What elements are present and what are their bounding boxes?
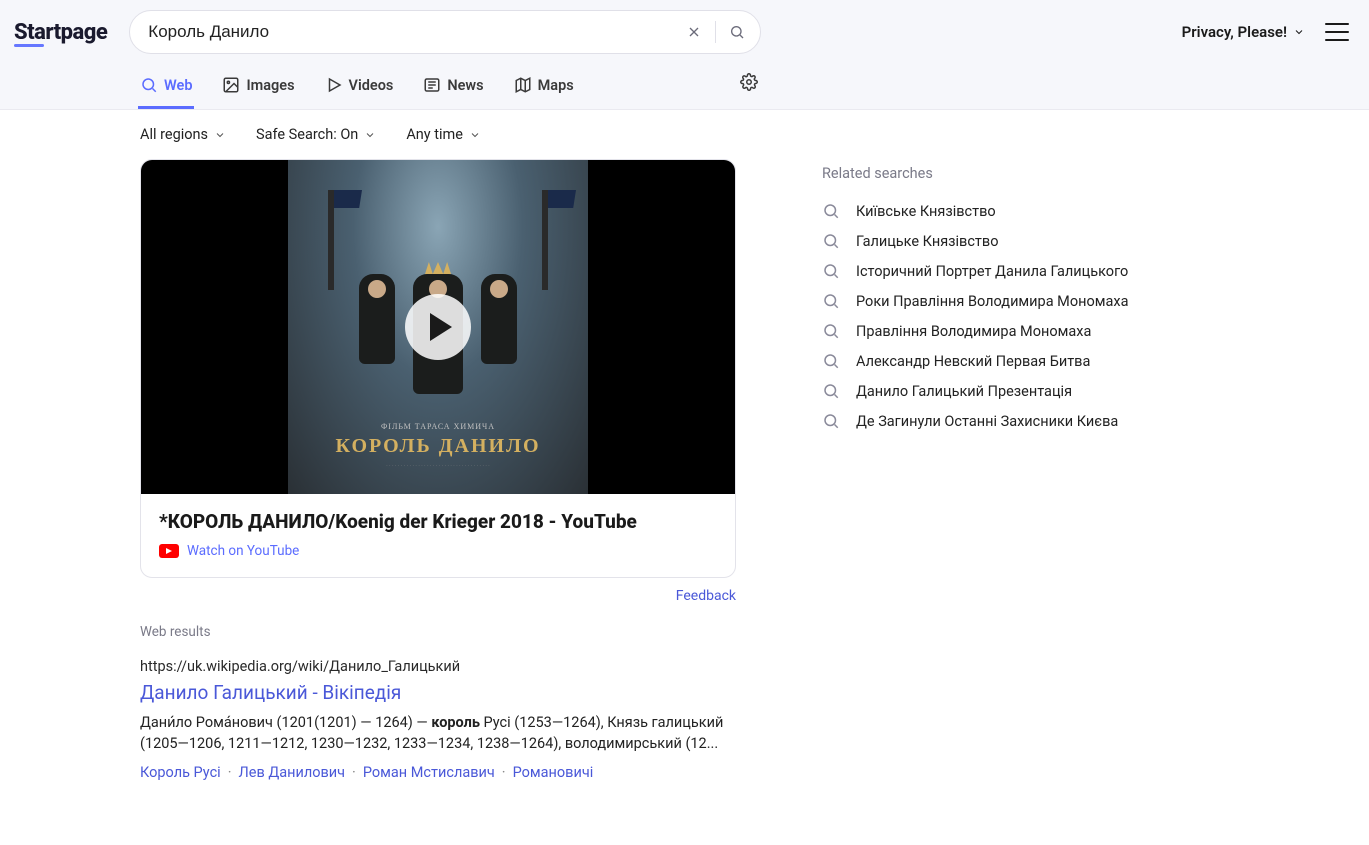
related-item-label: Правління Володимира Мономаха (856, 323, 1091, 340)
chevron-down-icon (1293, 26, 1305, 38)
related-item-label: Александр Невский Первая Битва (856, 353, 1090, 370)
filter-region[interactable]: All regions (140, 126, 226, 143)
filter-safesearch[interactable]: Safe Search: On (256, 126, 376, 143)
play-icon (325, 76, 343, 94)
tab-videos-label: Videos (349, 77, 394, 94)
tab-maps-label: Maps (538, 77, 574, 94)
result-url[interactable]: https://uk.wikipedia.org/wiki/Данило_Гал… (140, 658, 736, 675)
feedback-link[interactable]: Feedback (140, 588, 736, 604)
related-item[interactable]: Київське Князівство (822, 196, 1182, 226)
result-sublink[interactable]: Король Русі (140, 764, 221, 781)
topbar-right: Privacy, Please! (1182, 23, 1349, 41)
related-item[interactable]: Данило Галицький Презентація (822, 376, 1182, 406)
filter-safesearch-label: Safe Search: On (256, 126, 358, 143)
result-snippet: Дани́ло Рома́нович (1201(1201) — 1264) —… (140, 712, 736, 754)
related-item-label: Роки Правління Володимира Мономаха (856, 293, 1128, 310)
video-card: ФІЛЬМ ТАРАСА ХИМИЧА КОРОЛЬ ДАНИЛО · · · … (140, 159, 736, 578)
topbar: Startpage Privacy, Please! (0, 0, 1369, 110)
related-item[interactable]: Галицьке Князівство (822, 226, 1182, 256)
related-item-label: Де Загинули Останні Захисники Києва (856, 413, 1118, 430)
logo[interactable]: Startpage (14, 20, 107, 45)
video-meta: *КОРОЛЬ ДАНИЛО/Koenig der Krieger 2018 -… (141, 494, 735, 577)
news-icon (423, 76, 441, 94)
tab-news-label: News (447, 77, 483, 94)
privacy-menu[interactable]: Privacy, Please! (1182, 23, 1305, 41)
chevron-down-icon (469, 129, 481, 141)
menu-button[interactable] (1325, 23, 1349, 41)
related-item-label: Київське Князівство (856, 203, 996, 220)
related-item[interactable]: Історичний Портрет Данила Галицького (822, 256, 1182, 286)
search-icon (140, 76, 158, 94)
content: ФІЛЬМ ТАРАСА ХИМИЧА КОРОЛЬ ДАНИЛО · · · … (0, 159, 1369, 845)
filter-time-label: Any time (406, 126, 463, 143)
map-icon (514, 76, 532, 94)
youtube-icon (159, 544, 179, 558)
result-sublinks: Король Русі·Лев Данилович·Роман Мстислав… (140, 764, 736, 781)
search-divider (715, 21, 716, 43)
watch-on-youtube-link[interactable]: Watch on YouTube (159, 543, 717, 559)
search-box (129, 10, 761, 54)
result-sublink[interactable]: Лев Данилович (238, 764, 345, 781)
play-button[interactable] (405, 294, 471, 360)
image-icon (222, 76, 240, 94)
filter-time[interactable]: Any time (406, 126, 481, 143)
tabs: Web Images Videos News Maps (138, 68, 576, 109)
tab-images[interactable]: Images (220, 68, 296, 109)
tab-maps[interactable]: Maps (512, 68, 576, 109)
poster-title: КОРОЛЬ ДАНИЛО (335, 435, 540, 458)
search-icon (822, 352, 840, 370)
tab-images-label: Images (246, 77, 294, 94)
related-item[interactable]: Де Загинули Останні Захисники Києва (822, 406, 1182, 436)
related-item-label: Галицьке Князівство (856, 233, 998, 250)
result-title[interactable]: Данило Галицький - Вікіпедія (140, 681, 736, 704)
poster-subtitle: ФІЛЬМ ТАРАСА ХИМИЧА (335, 422, 540, 431)
search-submit-button[interactable] (720, 15, 754, 49)
related-item-label: Данило Галицький Презентація (856, 383, 1072, 400)
chevron-down-icon (214, 129, 226, 141)
search-icon (822, 232, 840, 250)
chevron-down-icon (364, 129, 376, 141)
result-sublink[interactable]: Романовичі (513, 764, 594, 781)
filters-row: All regions Safe Search: On Any time (0, 110, 1369, 159)
search-icon (822, 382, 840, 400)
tabs-row: Web Images Videos News Maps (0, 68, 1369, 109)
privacy-label: Privacy, Please! (1182, 23, 1287, 41)
related-item[interactable]: Александр Невский Первая Битва (822, 346, 1182, 376)
search-icon (822, 412, 840, 430)
gear-icon (740, 73, 758, 91)
related-item-label: Історичний Портрет Данила Галицького (856, 263, 1128, 280)
filter-region-label: All regions (140, 126, 208, 143)
search-icon (822, 322, 840, 340)
tab-web-label: Web (164, 77, 192, 94)
topbar-inner: Startpage Privacy, Please! (0, 0, 1369, 54)
video-hero[interactable]: ФІЛЬМ ТАРАСА ХИМИЧА КОРОЛЬ ДАНИЛО · · · … (141, 160, 735, 494)
related-item[interactable]: Правління Володимира Мономаха (822, 316, 1182, 346)
related-heading: Related searches (822, 165, 1182, 182)
related-list: Київське Князівство Галицьке Князівство Іс… (822, 196, 1182, 436)
search-result: https://uk.wikipedia.org/wiki/Данило_Гал… (140, 658, 736, 781)
search-icon (822, 292, 840, 310)
related-item[interactable]: Роки Правління Володимира Мономаха (822, 286, 1182, 316)
watch-on-label: Watch on YouTube (187, 543, 299, 559)
search-icon (822, 262, 840, 280)
search-icon (822, 202, 840, 220)
main-column: ФІЛЬМ ТАРАСА ХИМИЧА КОРОЛЬ ДАНИЛО · · · … (140, 159, 736, 805)
tab-videos[interactable]: Videos (323, 68, 396, 109)
close-icon (686, 24, 702, 40)
tab-news[interactable]: News (421, 68, 485, 109)
clear-search-button[interactable] (677, 15, 711, 49)
settings-button[interactable] (740, 73, 758, 105)
search-icon (729, 24, 745, 40)
logo-text: Startpage (14, 20, 107, 45)
result-sublink[interactable]: Роман Мстиславич (363, 764, 495, 781)
sidebar: Related searches Київське Князівство Гали… (822, 159, 1182, 436)
web-results-label: Web results (140, 624, 736, 640)
search-input[interactable] (148, 22, 677, 42)
tab-web[interactable]: Web (138, 68, 194, 109)
video-title[interactable]: *КОРОЛЬ ДАНИЛО/Koenig der Krieger 2018 -… (159, 510, 717, 533)
